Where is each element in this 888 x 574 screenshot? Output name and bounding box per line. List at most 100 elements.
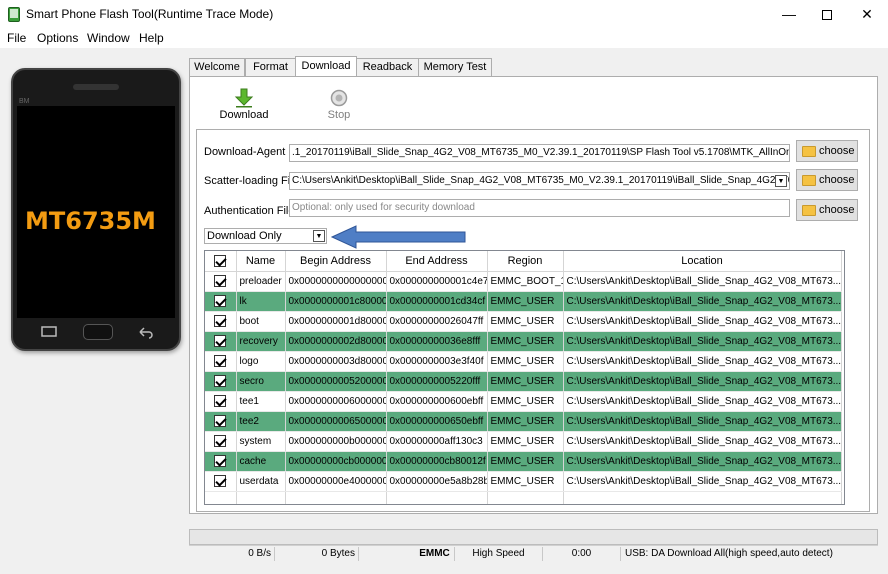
cell-location: C:\Users\Ankit\Desktop\iBall_Slide_Snap_…	[563, 351, 842, 372]
choose-download-agent-button[interactable]: choose	[796, 140, 858, 162]
row-checkbox[interactable]	[205, 271, 237, 292]
col-name: Name	[236, 251, 286, 272]
cell-region: EMMC_USER	[487, 431, 564, 452]
stop-button[interactable]: Stop	[316, 86, 362, 122]
table-row[interactable]: tee2 0x0000000006500000 0x000000000650ebff…	[205, 411, 842, 432]
col-location: Location	[563, 251, 842, 272]
cell-region: EMMC_USER	[487, 391, 564, 412]
cell-begin: 0x0000000000000000	[285, 271, 387, 292]
app-icon	[8, 7, 20, 22]
choose-scatter-button[interactable]: choose	[796, 169, 858, 191]
tab-format[interactable]: Format	[245, 58, 296, 76]
cell-name: recovery	[236, 331, 286, 352]
row-checkbox[interactable]	[205, 331, 237, 352]
minimize-button[interactable]: —	[770, 0, 808, 28]
cell-end: 0x00000000026047ff	[386, 311, 488, 332]
cell-end: 0x0000000005220fff	[386, 371, 488, 392]
row-checkbox[interactable]	[205, 351, 237, 372]
phone-model-text: MT6735M	[25, 207, 156, 235]
checkbox-icon	[214, 395, 227, 407]
scatter-file-combobox[interactable]: C:\Users\Ankit\Desktop\iBall_Slide_Snap_…	[289, 172, 790, 190]
menu-file[interactable]: File	[7, 31, 26, 45]
col-begin-address: Begin Address	[285, 251, 387, 272]
cell-region: EMMC_USER	[487, 351, 564, 372]
menu-bar: File Options Window Help	[0, 28, 888, 48]
cell-begin: 0x0000000001d80000	[285, 311, 387, 332]
scatter-dropdown-icon[interactable]: ▼	[775, 175, 787, 187]
tab-download[interactable]: Download	[295, 56, 357, 76]
menu-options[interactable]: Options	[37, 31, 78, 45]
table-row[interactable]: recovery 0x0000000002d80000 0x00000000036e…	[205, 331, 842, 352]
select-all-checkbox[interactable]	[205, 251, 237, 272]
tab-welcome[interactable]: Welcome	[189, 58, 245, 76]
folder-icon	[802, 205, 816, 216]
table-row[interactable]: cache 0x00000000cb000000 0x00000000cb80012…	[205, 451, 842, 472]
cell-begin: 0x0000000003d80000	[285, 351, 387, 372]
auth-file-input[interactable]: Optional: only used for security downloa…	[289, 199, 790, 217]
checkbox-icon	[214, 415, 227, 427]
checkbox-icon	[214, 355, 227, 367]
row-checkbox[interactable]	[205, 371, 237, 392]
col-region: Region	[487, 251, 564, 272]
maximize-button[interactable]	[808, 0, 846, 28]
cell-location: C:\Users\Ankit\Desktop\iBall_Slide_Snap_…	[563, 291, 842, 312]
checkbox-icon	[214, 275, 227, 287]
row-checkbox[interactable]	[205, 411, 237, 432]
download-mode-select[interactable]: Download Only	[204, 228, 327, 244]
download-button[interactable]: Download	[216, 86, 272, 122]
cell-end: 0x00000000aff130c3	[386, 431, 488, 452]
row-checkbox[interactable]	[205, 311, 237, 332]
checkbox-icon	[214, 335, 227, 347]
cell-location: C:\Users\Ankit\Desktop\iBall_Slide_Snap_…	[563, 271, 842, 292]
table-row[interactable]: userdata 0x00000000e4000000 0x00000000e5a8…	[205, 471, 842, 492]
choose-label: choose	[819, 145, 855, 157]
checkbox-icon	[214, 315, 227, 327]
cell-name: tee1	[236, 391, 286, 412]
stop-button-label: Stop	[327, 109, 351, 121]
cell-name: boot	[236, 311, 286, 332]
download-agent-input[interactable]: .1_20170119\iBall_Slide_Snap_4G2_V08_MT6…	[289, 144, 790, 162]
choose-auth-button[interactable]: choose	[796, 199, 858, 221]
scatter-file-value: C:\Users\Ankit\Desktop\iBall_Slide_Snap_…	[292, 175, 790, 186]
back-icon	[139, 327, 153, 339]
choose-label: choose	[819, 204, 855, 216]
checkbox-icon	[214, 375, 227, 387]
cell-region: EMMC_USER	[487, 371, 564, 392]
row-checkbox[interactable]	[205, 431, 237, 452]
row-checkbox[interactable]	[205, 291, 237, 312]
cell-begin: 0x00000000e4000000	[285, 471, 387, 492]
tab-memory-test[interactable]: Memory Test	[418, 58, 492, 76]
progress-bar	[189, 529, 878, 545]
cell-name: secro	[236, 371, 286, 392]
menu-help[interactable]: Help	[139, 31, 164, 45]
cell-name: system	[236, 431, 286, 452]
table-row[interactable]: system 0x000000000b000000 0x00000000aff130…	[205, 431, 842, 452]
status-speed: 0 B/s	[189, 547, 275, 561]
partition-table: Name Begin Address End Address Region Lo…	[204, 250, 845, 505]
phone-image: BM MT6735M	[11, 68, 181, 351]
tab-readback[interactable]: Readback	[356, 58, 419, 76]
cell-end: 0x0000000001cd34cf	[386, 291, 488, 312]
table-row[interactable]: preloader 0x0000000000000000 0x00000000000…	[205, 271, 842, 292]
cell-region: EMMC_USER	[487, 291, 564, 312]
cell-name: preloader	[236, 271, 286, 292]
table-row[interactable]: secro 0x0000000005200000 0x0000000005220ff…	[205, 371, 842, 392]
mode-dropdown-icon[interactable]: ▼	[313, 230, 325, 242]
download-button-label: Download	[219, 109, 269, 121]
table-row[interactable]: tee1 0x0000000006000000 0x000000000600ebff…	[205, 391, 842, 412]
scatter-file-label: Scatter-loading File	[204, 175, 299, 187]
table-row[interactable]: logo 0x0000000003d80000 0x0000000003e3f40f…	[205, 351, 842, 372]
cell-end: 0x000000000001c4e7	[386, 271, 488, 292]
cell-begin: 0x0000000006500000	[285, 411, 387, 432]
table-row[interactable]: boot 0x0000000001d80000 0x00000000026047ff…	[205, 311, 842, 332]
cell-name: userdata	[236, 471, 286, 492]
table-row[interactable]: lk 0x0000000001c80000 0x0000000001cd34cf EM…	[205, 291, 842, 312]
close-button[interactable]: ✕	[848, 0, 886, 28]
close-icon: ✕	[861, 6, 873, 22]
menu-window[interactable]: Window	[87, 31, 130, 45]
row-checkbox[interactable]	[205, 471, 237, 492]
cell-location: C:\Users\Ankit\Desktop\iBall_Slide_Snap_…	[563, 431, 842, 452]
cell-region: EMMC_USER	[487, 451, 564, 472]
row-checkbox[interactable]	[205, 391, 237, 412]
row-checkbox[interactable]	[205, 451, 237, 472]
